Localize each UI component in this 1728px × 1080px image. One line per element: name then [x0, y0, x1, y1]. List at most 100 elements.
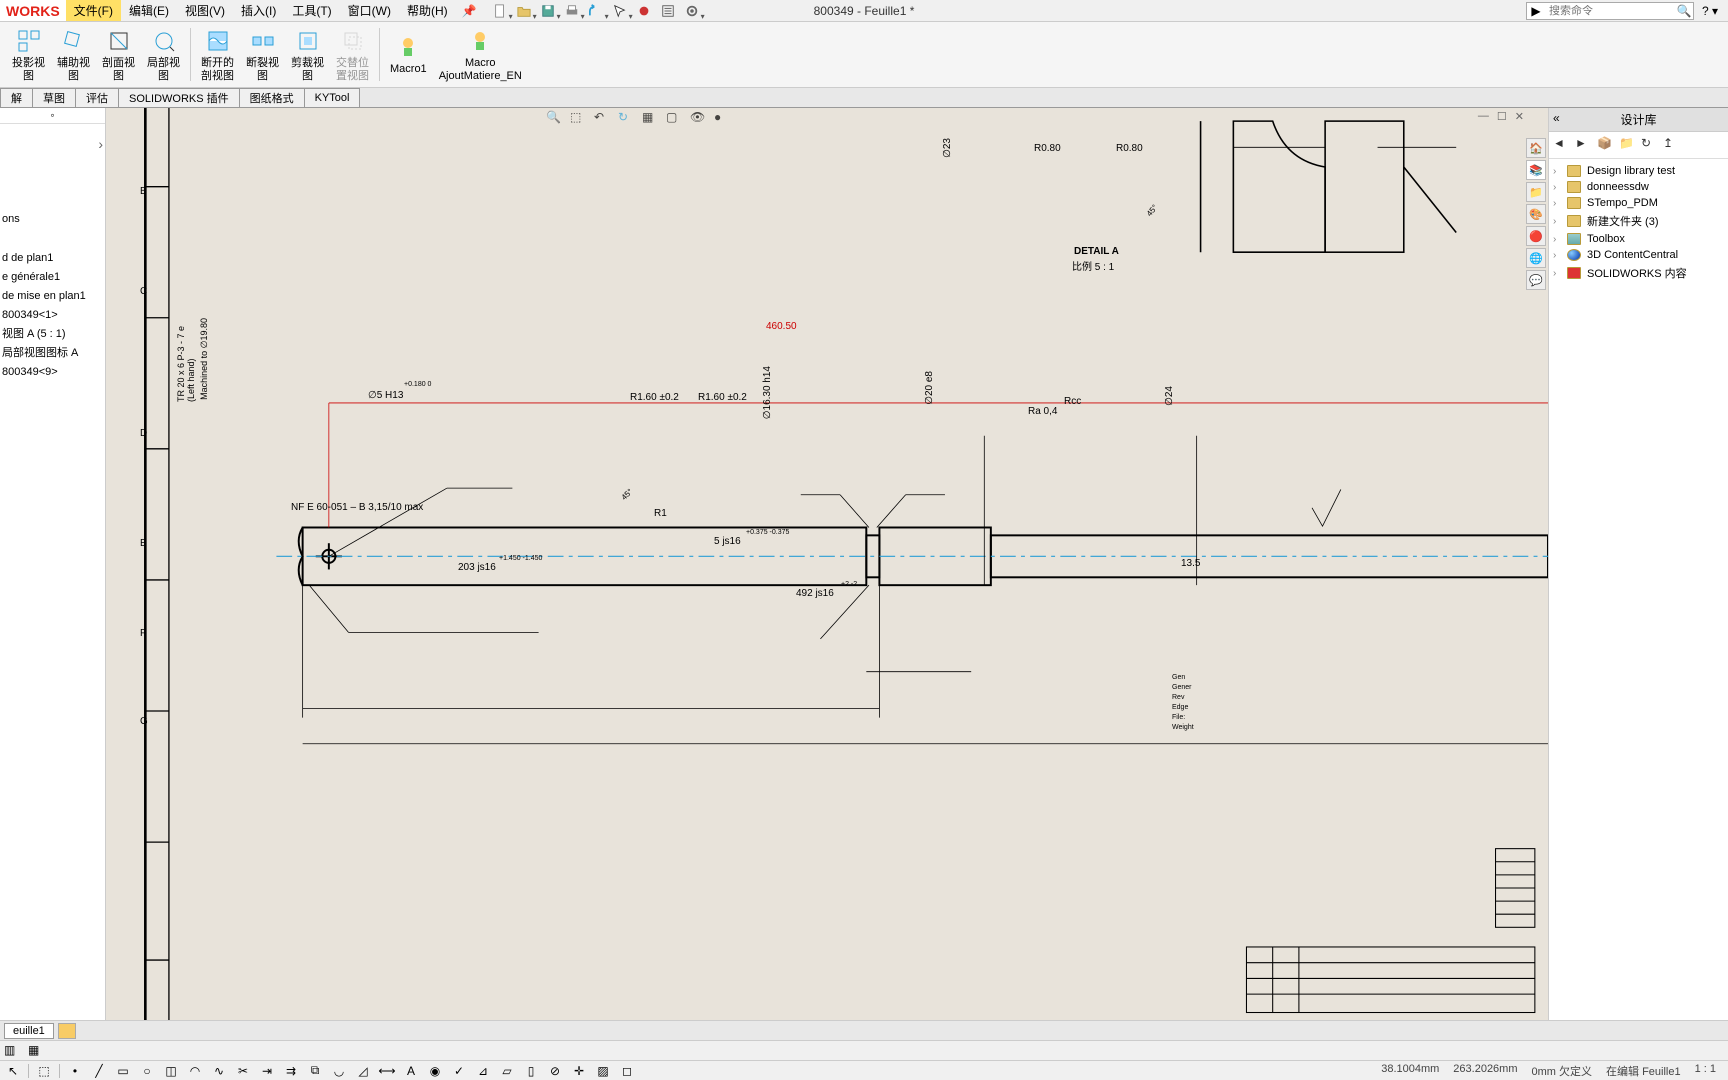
zoom-fit-icon[interactable]: 🔍 — [546, 110, 564, 128]
projected-view-button[interactable]: 投影视 图 — [6, 24, 51, 85]
datum-icon[interactable]: ▯ — [522, 1063, 540, 1079]
spline-icon[interactable]: ∿ — [210, 1063, 228, 1079]
add-loc-icon[interactable]: 📦 — [1597, 136, 1615, 154]
save-button[interactable] — [537, 2, 559, 20]
back-icon[interactable]: ◄ — [1553, 136, 1571, 154]
lib-item[interactable]: 新建文件夹 (3) — [1553, 211, 1724, 231]
search-command-box[interactable]: ▶ 🔍 — [1526, 2, 1694, 20]
tree-expand-icon[interactable]: › — [98, 136, 103, 152]
cube-icon[interactable]: ◫ — [162, 1063, 180, 1079]
mdi-close-icon[interactable]: ✕ — [1515, 110, 1524, 123]
tab-sketch[interactable]: 草图 — [32, 88, 76, 107]
open-button[interactable] — [513, 2, 535, 20]
redraw-icon[interactable]: ↻ — [618, 110, 636, 128]
add-sheet-button[interactable] — [58, 1023, 76, 1039]
lib-item[interactable]: STempo_PDM — [1553, 195, 1724, 211]
print-button[interactable] — [561, 2, 583, 20]
tab-sheetformat[interactable]: 图纸格式 — [239, 88, 305, 107]
macro-ajout-button[interactable]: Macro AjoutMatiere_EN — [433, 24, 528, 85]
select-tool-icon[interactable]: ⬚ — [35, 1063, 53, 1079]
collapse-icon[interactable]: « — [1553, 111, 1560, 125]
model-tab-icon[interactable]: ▥ — [4, 1043, 22, 1059]
tab-kytool[interactable]: KYTool — [304, 88, 361, 107]
tab-addins[interactable]: SOLIDWORKS 插件 — [118, 88, 240, 107]
note-icon[interactable]: A — [402, 1063, 420, 1079]
lib-item-swcontent[interactable]: SOLIDWORKS 内容 — [1553, 263, 1724, 283]
tab-annotation[interactable]: 解 — [0, 88, 33, 107]
circle-icon[interactable]: ○ — [138, 1063, 156, 1079]
search-icon[interactable]: 🔍 — [1675, 2, 1693, 20]
alternate-position-button[interactable]: 交替位 置视图 — [330, 24, 375, 85]
broken-out-section-button[interactable]: 断开的 剖视图 — [195, 24, 240, 85]
options-button[interactable] — [681, 2, 703, 20]
rect-icon[interactable]: ▭ — [114, 1063, 132, 1079]
help-button[interactable]: ? ▾ — [1698, 4, 1722, 18]
arc-icon[interactable]: ◠ — [186, 1063, 204, 1079]
file-explorer-tab-icon[interactable]: 📁 — [1526, 182, 1546, 202]
gtol-icon[interactable]: ▱ — [498, 1063, 516, 1079]
weld-icon[interactable]: ⊿ — [474, 1063, 492, 1079]
point-icon[interactable]: • — [66, 1063, 84, 1079]
prev-view-icon[interactable]: ↶ — [594, 110, 612, 128]
view-palette-tab-icon[interactable]: 🎨 — [1526, 204, 1546, 224]
drawing-canvas[interactable]: 🔍 ⬚ ↶ ↻ ▦ ▢ 👁 ● 🏠 📚 📁 🎨 🔴 🌐 💬 — [106, 108, 1548, 1020]
new-doc-button[interactable] — [489, 2, 511, 20]
extend-icon[interactable]: ⇥ — [258, 1063, 276, 1079]
file-props-button[interactable] — [657, 2, 679, 20]
undo-button[interactable] — [585, 2, 607, 20]
tab-evaluate[interactable]: 评估 — [75, 88, 119, 107]
display-style-icon[interactable]: ▢ — [666, 110, 684, 128]
hole-icon[interactable]: ⊘ — [546, 1063, 564, 1079]
add-folder-icon[interactable]: 📁 — [1619, 136, 1637, 154]
menu-edit[interactable]: 编辑(E) — [121, 0, 177, 21]
hide-show-icon[interactable]: 👁 — [690, 110, 708, 128]
menu-file[interactable]: 文件(F) — [66, 0, 121, 21]
appearances-tab-icon[interactable]: 🔴 — [1526, 226, 1546, 246]
lib-item[interactable]: Design library test — [1553, 163, 1724, 179]
mdi-max-icon[interactable]: ☐ — [1497, 110, 1507, 123]
offset-icon[interactable]: ⇉ — [282, 1063, 300, 1079]
dim-icon[interactable]: ⟷ — [378, 1063, 396, 1079]
section-icon[interactable]: ▦ — [642, 110, 660, 128]
hatch-icon[interactable]: ▨ — [594, 1063, 612, 1079]
tree-item[interactable]: ons — [2, 210, 103, 229]
zoom-area-icon[interactable]: ⬚ — [570, 110, 588, 128]
select-button[interactable] — [609, 2, 631, 20]
fwd-icon[interactable]: ► — [1575, 136, 1593, 154]
search-input[interactable] — [1545, 5, 1675, 17]
tree-item[interactable]: 800349<9> — [2, 363, 103, 382]
forum-tab-icon[interactable]: 💬 — [1526, 270, 1546, 290]
crop-view-button[interactable]: 剪裁视 图 — [285, 24, 330, 85]
balloon-icon[interactable]: ◉ — [426, 1063, 444, 1079]
block-icon[interactable]: ◻ — [618, 1063, 636, 1079]
rebuild-button[interactable] — [633, 2, 655, 20]
detail-view-button[interactable]: 局部视 图 — [141, 24, 186, 85]
apply-scene-icon[interactable]: ● — [714, 110, 732, 128]
auxiliary-view-button[interactable]: 辅助视 图 — [51, 24, 96, 85]
macro1-button[interactable]: Macro1 — [384, 24, 433, 85]
tree-item[interactable]: 视图 A (5 : 1) — [2, 325, 103, 344]
home-tab-icon[interactable]: 🏠 — [1526, 138, 1546, 158]
tree-item[interactable]: 800349<1> — [2, 306, 103, 325]
tree-item[interactable]: d de plan1 — [2, 249, 103, 268]
tree-item[interactable]: 局部视图图标 A — [2, 344, 103, 363]
drawing-tab-icon[interactable]: ▦ — [28, 1043, 46, 1059]
design-lib-tab-icon[interactable]: 📚 — [1526, 160, 1546, 180]
trim-icon[interactable]: ✂ — [234, 1063, 252, 1079]
custom-props-tab-icon[interactable]: 🌐 — [1526, 248, 1546, 268]
tree-item[interactable]: e générale1 — [2, 268, 103, 287]
menu-help[interactable]: 帮助(H) — [399, 0, 456, 21]
refresh-icon[interactable]: ↻ — [1641, 136, 1659, 154]
chamfer-icon[interactable]: ◿ — [354, 1063, 372, 1079]
line-icon[interactable]: ╱ — [90, 1063, 108, 1079]
up-icon[interactable]: ↥ — [1663, 136, 1681, 154]
menu-tools[interactable]: 工具(T) — [284, 0, 339, 21]
center-icon[interactable]: ✛ — [570, 1063, 588, 1079]
mirror-icon[interactable]: ⧉ — [306, 1063, 324, 1079]
menu-window[interactable]: 窗口(W) — [340, 0, 399, 21]
tree-prop-tab[interactable]: ◦ — [0, 108, 105, 124]
mdi-min-icon[interactable]: — — [1478, 110, 1489, 123]
section-view-button[interactable]: 剖面视 图 — [96, 24, 141, 85]
lib-item-3dcc[interactable]: 3D ContentCentral — [1553, 247, 1724, 263]
menu-insert[interactable]: 插入(I) — [233, 0, 284, 21]
